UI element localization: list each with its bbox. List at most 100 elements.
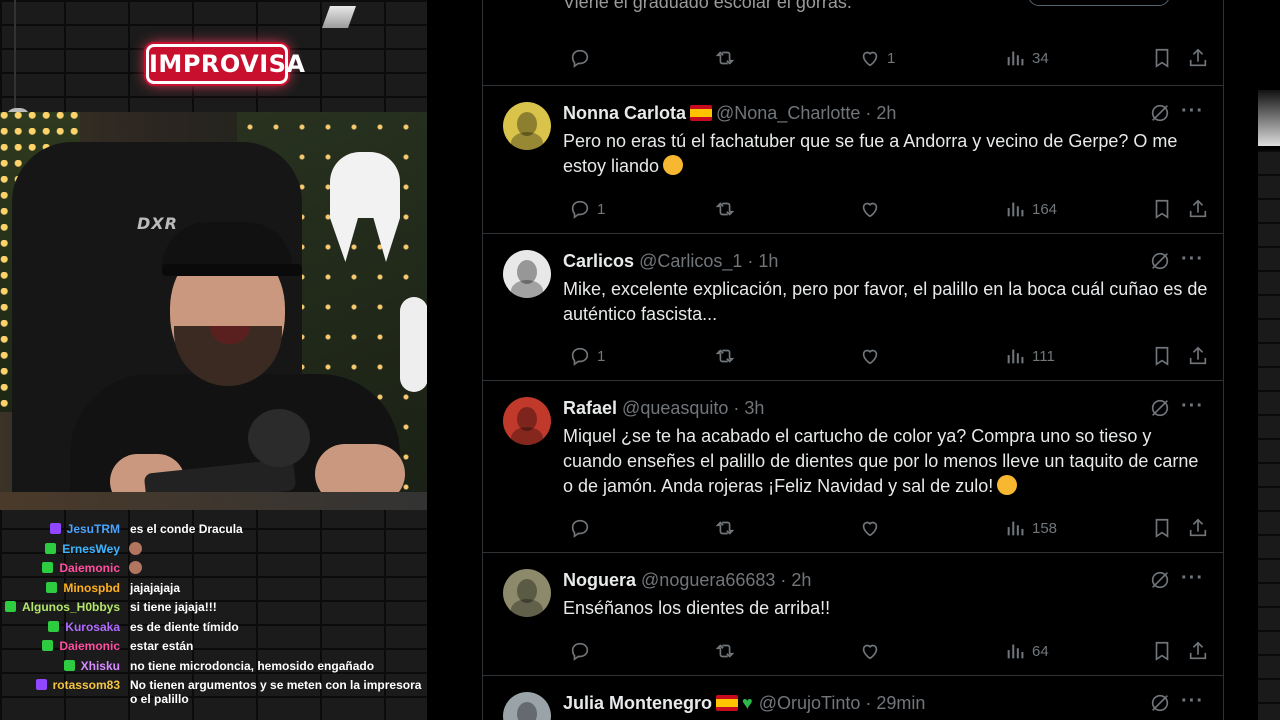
author-name[interactable]: Julia Montenegro — [563, 693, 712, 713]
tweet-time[interactable]: · 29min — [860, 693, 925, 713]
author-name[interactable]: Carlicos — [563, 251, 634, 271]
chat-username[interactable]: rotassom83 — [53, 678, 120, 692]
like-icon — [859, 198, 881, 220]
chat-username[interactable]: Algunos_H0bbys — [22, 600, 120, 614]
chat-username[interactable]: Kurosaka — [65, 620, 120, 634]
grok-icon[interactable] — [1149, 397, 1171, 419]
views-button[interactable]: 164 — [998, 197, 1057, 221]
share-button[interactable] — [1181, 344, 1209, 368]
tweet-partial[interactable]: Viene el graduado escolar el gorras. 1 34 — [483, 0, 1223, 86]
reply-button[interactable]: 1 — [563, 197, 605, 221]
reply-icon — [569, 517, 591, 539]
views-button[interactable]: 158 — [998, 516, 1057, 540]
chat-username[interactable]: Daiemonic — [59, 561, 120, 575]
author-handle[interactable]: @queasquito — [622, 398, 728, 418]
avatar[interactable] — [503, 397, 551, 445]
more-options-icon[interactable]: ··· — [1181, 690, 1204, 713]
chat-username[interactable]: Daiemonic — [59, 639, 120, 653]
more-options-icon[interactable]: ··· — [1181, 100, 1204, 123]
bookmark-icon — [1151, 640, 1173, 662]
repost-button[interactable] — [708, 639, 742, 663]
author-name[interactable]: Rafael — [563, 398, 617, 418]
bookmark-icon — [1151, 47, 1173, 69]
views-button[interactable]: 111 — [998, 344, 1055, 368]
author-handle[interactable]: @Carlicos_1 — [639, 251, 742, 271]
tweet-time[interactable]: · 3h — [728, 398, 764, 418]
author-handle[interactable]: @Nona_Charlotte — [716, 103, 860, 123]
tweet-time[interactable]: · 1h — [742, 251, 778, 271]
author-handle[interactable]: @OrujoTinto — [759, 693, 861, 713]
reply-button[interactable]: 1 — [563, 344, 605, 368]
repost-button[interactable] — [708, 516, 742, 540]
more-options-icon[interactable]: ··· — [1181, 395, 1204, 418]
chat-username[interactable]: Xhisku — [81, 659, 120, 673]
like-button[interactable]: 1 — [853, 46, 895, 70]
more-options-icon[interactable]: ··· — [1181, 567, 1204, 590]
bookmark-button[interactable] — [1145, 46, 1173, 70]
tweet[interactable]: Nonna Carlota @Nona_Charlotte · 2h ··· Pero… — [483, 86, 1223, 234]
views-count: 164 — [1032, 200, 1058, 218]
share-button[interactable] — [1181, 516, 1209, 540]
bookmark-button[interactable] — [1145, 344, 1173, 368]
chat-message: Daiemonic — [42, 561, 126, 575]
author-handle[interactable]: @noguera66683 — [641, 570, 775, 590]
tweet-text: Miquel ¿se te ha acabado el cartucho de … — [563, 424, 1213, 499]
tweet[interactable]: Julia Montenegro ♥ @OrujoTinto · 29min ··· — [483, 676, 1223, 720]
follow-button[interactable] — [1028, 0, 1170, 6]
bookmark-button[interactable] — [1145, 639, 1173, 663]
grok-icon[interactable] — [1149, 692, 1171, 714]
chat-username[interactable]: Minospbd — [63, 581, 120, 595]
chat-message: Daiemonic — [42, 639, 126, 653]
reply-count: 1 — [597, 200, 606, 218]
avatar[interactable] — [503, 692, 551, 720]
author-name[interactable]: Noguera — [563, 570, 636, 590]
views-button[interactable]: 34 — [998, 46, 1049, 70]
grok-icon[interactable] — [1149, 250, 1171, 272]
like-icon — [859, 517, 881, 539]
bookmark-button[interactable] — [1145, 516, 1173, 540]
more-options-icon[interactable]: ··· — [1181, 248, 1204, 271]
repost-icon — [714, 517, 736, 539]
reply-button[interactable] — [563, 46, 597, 70]
like-button[interactable] — [853, 344, 887, 368]
repost-button[interactable] — [708, 344, 742, 368]
bookmark-button[interactable] — [1145, 197, 1173, 221]
share-button[interactable] — [1181, 46, 1209, 70]
views-button[interactable]: 64 — [998, 639, 1049, 663]
chat-text: es el conde Dracula — [130, 522, 243, 536]
hanging-lamp — [6, 0, 30, 118]
tweet-time[interactable]: · 2h — [860, 103, 896, 123]
chat-username[interactable]: ErnesWey — [62, 542, 120, 556]
avatar[interactable] — [503, 569, 551, 617]
tweet[interactable]: Carlicos @Carlicos_1 · 1h ··· Mike, excele… — [483, 234, 1223, 381]
microphone — [248, 409, 310, 467]
tweet[interactable]: Rafael @queasquito · 3h ··· Miquel ¿se te … — [483, 381, 1223, 553]
like-button[interactable] — [853, 639, 887, 663]
like-button[interactable] — [853, 516, 887, 540]
repost-button[interactable] — [708, 46, 742, 70]
grok-icon[interactable] — [1149, 102, 1171, 124]
tweet[interactable]: Noguera @noguera66683 · 2h ··· Enséñanos l… — [483, 553, 1223, 676]
repost-icon — [714, 345, 736, 367]
chat-message-text: jajajajaja — [130, 581, 180, 595]
chat-message: Kurosaka — [48, 620, 126, 634]
reply-button[interactable] — [563, 516, 597, 540]
views-count: 34 — [1032, 49, 1049, 67]
avatar[interactable] — [503, 102, 551, 150]
chat-badge-icon — [49, 523, 61, 534]
avatar[interactable] — [503, 250, 551, 298]
author-name[interactable]: Nonna Carlota — [563, 103, 686, 123]
tweet-time[interactable]: · 2h — [775, 570, 811, 590]
reply-icon — [569, 47, 591, 69]
like-button[interactable] — [853, 197, 887, 221]
tweet-header: Carlicos @Carlicos_1 · 1h — [563, 250, 778, 272]
chat-message-text — [129, 561, 142, 575]
share-button[interactable] — [1181, 639, 1209, 663]
reply-button[interactable] — [563, 639, 597, 663]
chat-badge-icon — [4, 601, 16, 612]
grok-icon[interactable] — [1149, 569, 1171, 591]
replies-feed[interactable]: Viene el graduado escolar el gorras. 1 34… — [482, 0, 1224, 720]
chat-username[interactable]: JesuTRM — [67, 522, 120, 536]
repost-button[interactable] — [708, 197, 742, 221]
share-button[interactable] — [1181, 197, 1209, 221]
